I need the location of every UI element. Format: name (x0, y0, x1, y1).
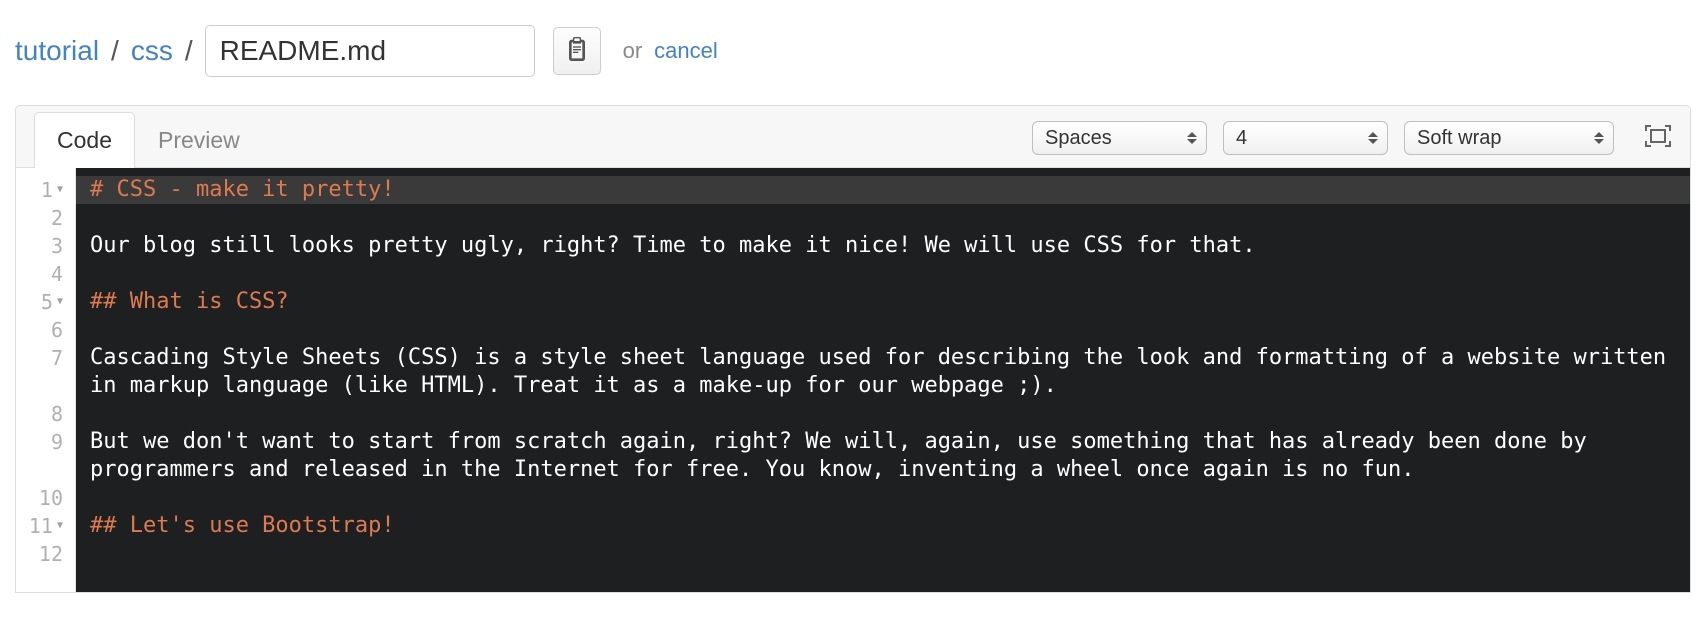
code-line[interactable] (90, 540, 1690, 568)
code-editor[interactable]: 1▼2345▼67 89 1011▼12 # CSS - make it prett… (16, 168, 1690, 592)
code-line[interactable]: But we don't want to start from scratch … (90, 428, 1690, 484)
gutter-line: 10 (16, 484, 67, 512)
clipboard-icon (566, 37, 588, 66)
gutter-line: 6 (16, 316, 67, 344)
breadcrumb: tutorial / css / or cancel (15, 25, 1691, 77)
gutter-line: 8 (16, 400, 67, 428)
fold-toggle-icon[interactable]: ▼ (57, 297, 63, 307)
code-line[interactable]: ## What is CSS? (90, 288, 1690, 316)
editor-card: Code Preview Spaces 4 Soft wrap (15, 105, 1691, 593)
gutter-line: 5▼ (16, 288, 67, 316)
gutter-line: 9 (16, 428, 67, 456)
code-line[interactable]: Our blog still looks pretty ugly, right?… (90, 232, 1690, 260)
code-line[interactable]: Cascading Style Sheets (CSS) is a style … (90, 344, 1690, 400)
gutter-line: 2 (16, 204, 67, 232)
fold-toggle-icon[interactable]: ▼ (57, 521, 63, 531)
indent-width-select[interactable]: 4 (1223, 121, 1388, 155)
gutter-line: 12 (16, 540, 67, 568)
code-line[interactable]: ## Let's use Bootstrap! (90, 512, 1690, 540)
editor-gutter: 1▼2345▼67 89 1011▼12 (16, 168, 76, 592)
indent-mode-select[interactable]: Spaces (1032, 121, 1207, 155)
updown-icon (1593, 129, 1605, 147)
code-line[interactable] (90, 260, 1690, 288)
gutter-line: 4 (16, 260, 67, 288)
breadcrumb-separator: / (107, 37, 123, 65)
updown-icon (1367, 129, 1379, 147)
gutter-line: 1▼ (16, 176, 67, 204)
code-line[interactable] (90, 204, 1690, 232)
gutter-line (16, 456, 67, 484)
tab-preview[interactable]: Preview (135, 112, 263, 168)
editor-content[interactable]: # CSS - make it pretty! Our blog still l… (76, 168, 1690, 592)
wrap-mode-value: Soft wrap (1417, 127, 1501, 150)
indent-mode-value: Spaces (1045, 127, 1112, 150)
updown-icon (1186, 129, 1198, 147)
filename-input[interactable] (205, 25, 535, 77)
breadcrumb-separator: / (181, 37, 197, 65)
cancel-link[interactable]: cancel (654, 40, 718, 62)
code-line[interactable] (90, 400, 1690, 428)
breadcrumb-sub-link[interactable]: css (131, 37, 173, 65)
code-line[interactable] (90, 316, 1690, 344)
breadcrumb-root-link[interactable]: tutorial (15, 37, 99, 65)
indent-width-value: 4 (1236, 127, 1247, 150)
tab-bar: Code Preview Spaces 4 Soft wrap (16, 106, 1690, 168)
tab-code[interactable]: Code (34, 112, 135, 168)
gutter-line (16, 372, 67, 400)
fullscreen-icon (1645, 125, 1671, 152)
code-line[interactable] (90, 484, 1690, 512)
or-label: or (623, 40, 643, 62)
wrap-mode-select[interactable]: Soft wrap (1404, 121, 1614, 155)
fold-toggle-icon[interactable]: ▼ (57, 185, 63, 195)
code-line[interactable]: # CSS - make it pretty! (76, 176, 1690, 204)
gutter-line: 3 (16, 232, 67, 260)
gutter-line: 7 (16, 344, 67, 372)
fullscreen-button[interactable] (1644, 126, 1672, 150)
gutter-line: 11▼ (16, 512, 67, 540)
clipboard-button[interactable] (553, 27, 601, 75)
